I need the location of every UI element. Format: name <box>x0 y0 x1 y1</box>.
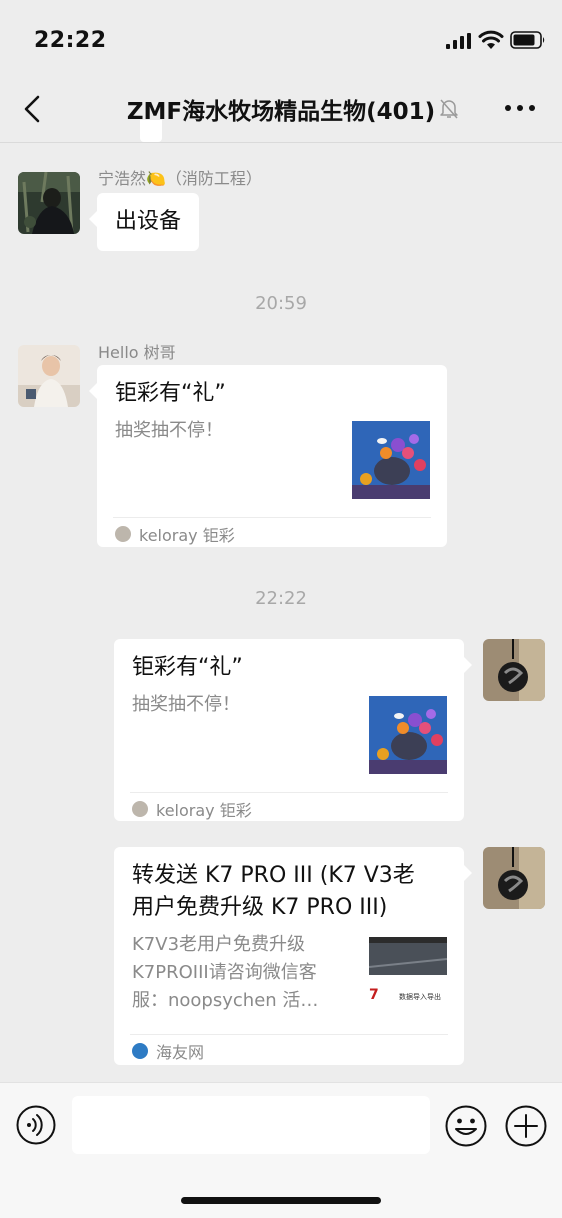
avatar[interactable] <box>18 172 80 234</box>
mute-icon <box>440 99 458 119</box>
card-divider <box>113 517 431 518</box>
avatar[interactable] <box>483 847 545 909</box>
thumbnail-number: 7 <box>369 987 379 1003</box>
card-title: 钜彩有“礼” <box>115 381 226 406</box>
wifi-icon <box>478 30 504 49</box>
signal-icon <box>446 33 471 49</box>
card-source: 海友网 <box>132 1039 204 1063</box>
avatar[interactable] <box>18 345 80 407</box>
card-title-line-1: 转发送 K7 PRO III (K7 V3老 <box>132 863 415 888</box>
message-bubble[interactable]: 出设备 <box>88 193 200 251</box>
sender-name: Hello 树哥 <box>98 343 176 362</box>
navigation-bar: ZMF海水牧场精品生物(401) <box>0 80 562 142</box>
link-card[interactable]: 钜彩有“礼” 抽奖抽不停！ keloray 钜彩 <box>114 639 472 821</box>
card-divider <box>130 792 448 793</box>
card-thumbnail <box>352 421 430 499</box>
card-description-line-1: K7V3老用户免费升级 <box>132 934 306 955</box>
chat-screen: 22:22 ZMF海水牧场精品生物(401) 宁浩然🍋（消防工程） 出设备 20… <box>0 0 562 1218</box>
card-description-line-2: K7PROIII请咨询微信客 <box>132 962 317 983</box>
message-input[interactable] <box>72 1096 430 1154</box>
card-source: keloray 钜彩 <box>115 522 235 546</box>
card-description-line-3: 服：noopsychen 活… <box>132 990 319 1011</box>
card-source: keloray 钜彩 <box>132 797 252 821</box>
battery-icon <box>510 31 545 49</box>
card-thumbnail: 7 数据导入导出 <box>369 937 447 1015</box>
card-title: 钜彩有“礼” <box>132 655 243 680</box>
link-card[interactable]: 钜彩有“礼” 抽奖抽不停！ keloray 钜彩 <box>89 365 447 547</box>
status-time: 22:22 <box>34 28 107 53</box>
source-label: keloray 钜彩 <box>156 801 252 820</box>
card-description: 抽奖抽不停！ <box>115 420 223 441</box>
timestamp: 20:59 <box>255 293 307 314</box>
nav-divider <box>0 142 562 143</box>
voice-icon[interactable] <box>16 1105 56 1145</box>
source-label: 海友网 <box>156 1043 205 1062</box>
avatar[interactable] <box>483 639 545 701</box>
card-thumbnail <box>369 696 447 774</box>
sender-name: 宁浩然🍋（消防工程） <box>98 169 262 188</box>
previous-bubble-edge <box>140 120 162 142</box>
card-title-line-2: 用户免费升级 K7 PRO III) <box>132 895 388 920</box>
plus-icon[interactable] <box>505 1105 547 1147</box>
source-logo-icon <box>115 526 131 542</box>
more-icon[interactable] <box>504 103 536 113</box>
card-divider <box>130 1034 448 1035</box>
link-card[interactable]: 转发送 K7 PRO III (K7 V3老 用户免费升级 K7 PRO III… <box>114 847 472 1065</box>
timestamp: 22:22 <box>255 588 307 609</box>
source-logo-icon <box>132 801 148 817</box>
status-bar: 22:22 <box>0 0 562 80</box>
home-indicator <box>181 1197 381 1204</box>
globe-icon <box>132 1043 148 1059</box>
input-bar <box>0 1082 562 1218</box>
card-description: 抽奖抽不停！ <box>132 694 240 715</box>
thumbnail-caption: 数据导入导出 <box>399 993 441 1001</box>
emoji-icon[interactable] <box>445 1105 487 1147</box>
chat-title: ZMF海水牧场精品生物(401) <box>126 99 436 125</box>
source-label: keloray 钜彩 <box>139 526 235 545</box>
